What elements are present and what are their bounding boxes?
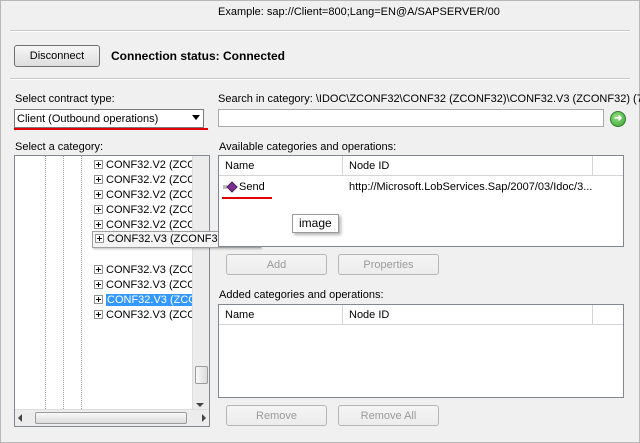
tree-horizontal-scrollbar[interactable] <box>15 409 209 426</box>
tree-item-label: CONF32.V2 (ZCO <box>106 159 196 171</box>
tree-item-label: CONF32.V3 (ZCO <box>106 264 196 276</box>
expand-icon[interactable] <box>94 295 103 304</box>
expand-icon[interactable] <box>94 265 103 274</box>
expand-icon[interactable] <box>95 234 104 243</box>
tree-item[interactable]: CONF32.V2 (ZCO <box>94 203 196 218</box>
tree-item[interactable]: CONF32.V2 (ZCO <box>94 188 196 203</box>
tree-item-label: CONF32.V2 (ZCO <box>106 219 196 231</box>
tree-item-label-selected: CONF32.V3 (ZCO <box>106 294 198 306</box>
contract-type-label: Select contract type: <box>15 93 115 105</box>
col-header-node-id[interactable]: Node ID <box>343 305 593 325</box>
table-row[interactable]: Send http://Microsoft.LobServices.Sap/20… <box>223 180 623 195</box>
connection-status: Connection status: Connected <box>111 49 286 63</box>
added-label: Added categories and operations: <box>219 289 384 301</box>
image-tooltip: image <box>292 214 339 233</box>
category-tree[interactable]: CONF32.V2 (ZCO CONF32.V2 (ZCO CONF32.V2 … <box>14 155 210 427</box>
operation-icon <box>223 181 238 193</box>
add-button[interactable]: Add <box>226 254 327 275</box>
col-header-filler <box>593 305 623 325</box>
col-header-node-id[interactable]: Node ID <box>343 156 593 176</box>
expand-icon[interactable] <box>94 160 103 169</box>
scroll-left-arrow-icon[interactable] <box>18 414 22 422</box>
col-header-name[interactable]: Name <box>219 156 343 176</box>
expand-icon[interactable] <box>94 220 103 229</box>
tree-item[interactable]: CONF32.V2 (ZCO <box>94 158 196 173</box>
mid-divider <box>10 78 630 80</box>
tree-item[interactable]: CONF32.V2 (ZCO <box>94 173 196 188</box>
contract-type-select[interactable]: Client (Outbound operations) <box>14 109 204 128</box>
tree-guide-1 <box>45 156 47 411</box>
disconnect-button[interactable]: Disconnect <box>14 45 100 67</box>
remove-button[interactable]: Remove <box>226 405 327 426</box>
tree-item-label: CONF32.V2 (ZCO <box>106 204 196 216</box>
available-label: Available categories and operations: <box>219 141 397 153</box>
search-input[interactable] <box>218 109 604 127</box>
scroll-down-arrow-icon[interactable] <box>196 403 204 407</box>
tree-item-label: CONF32.V2 (ZCO <box>106 174 196 186</box>
tree-vertical-scrollbar[interactable] <box>192 156 209 410</box>
col-header-name[interactable]: Name <box>219 305 343 325</box>
go-arrow-icon[interactable]: ➜ <box>610 111 626 127</box>
available-list[interactable]: Name Node ID Send http://Microsoft.LobSe… <box>218 155 624 247</box>
chevron-down-icon[interactable] <box>192 115 200 120</box>
top-divider <box>10 30 630 32</box>
remove-all-button[interactable]: Remove All <box>338 405 439 426</box>
expand-icon[interactable] <box>94 175 103 184</box>
tree-guide-2 <box>63 156 65 411</box>
properties-button[interactable]: Properties <box>338 254 439 275</box>
annotation-underline-contract <box>14 128 208 130</box>
tree-item-label: CONF32.V2 (ZCO <box>106 189 196 201</box>
tree-guide-3 <box>81 156 83 411</box>
expand-icon[interactable] <box>94 280 103 289</box>
tree-item[interactable]: CONF32.V3 (ZCO <box>94 263 196 278</box>
expand-icon[interactable] <box>94 190 103 199</box>
tree-item-label: CONF32.V3 (ZCO <box>106 309 196 321</box>
tree-item[interactable]: CONF32.V3 (ZCO <box>94 308 196 323</box>
col-header-filler <box>593 156 623 176</box>
expand-icon[interactable] <box>94 310 103 319</box>
contract-type-value: Client (Outbound operations) <box>17 113 159 125</box>
tree-item-selected[interactable]: CONF32.V3 (ZCO <box>94 293 198 308</box>
category-label: Select a category: <box>15 141 104 153</box>
expand-icon[interactable] <box>94 205 103 214</box>
added-list[interactable]: Name Node ID <box>218 304 624 398</box>
tree-item[interactable]: CONF32.V3 (ZCO <box>94 278 196 293</box>
scroll-thumb-horizontal[interactable] <box>35 412 187 424</box>
scroll-thumb[interactable] <box>195 366 208 384</box>
annotation-underline-send <box>222 197 272 199</box>
example-text: Example: sap://Client=800;Lang=EN@A/SAPS… <box>218 6 500 18</box>
search-category-label: Search in category: \IDOC\ZCONF32\CONF32… <box>218 93 640 105</box>
tree-item-label: CONF32.V3 (ZCO <box>106 279 196 291</box>
row-name: Send <box>239 181 265 193</box>
row-node-id: http://Microsoft.LobServices.Sap/2007/03… <box>349 181 593 193</box>
scroll-right-arrow-icon[interactable] <box>202 414 206 422</box>
